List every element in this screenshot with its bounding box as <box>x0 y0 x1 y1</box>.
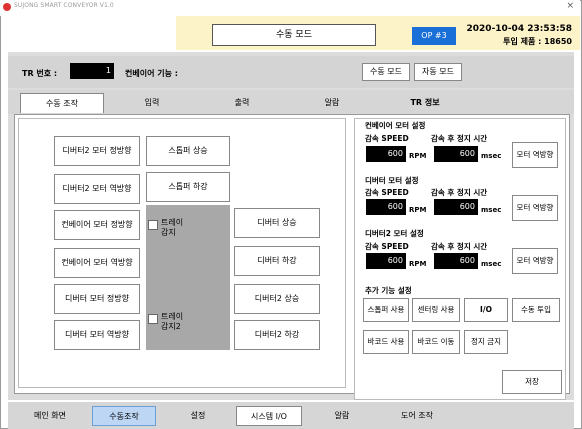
conveyor-stop-value[interactable]: 600 <box>434 146 478 162</box>
tray-sensor-panel <box>146 205 230 350</box>
conveyor-speed-value[interactable]: 600 <box>366 146 406 162</box>
tab-input[interactable]: 입력 <box>110 93 194 113</box>
extra-functions-title: 추가 기능 설정 <box>365 286 412 295</box>
diverter2-motor-reverse-button[interactable]: 디버터2 모터 역방향 <box>54 174 140 204</box>
stopper-use-button[interactable]: 스톱퍼 사용 <box>363 298 409 322</box>
diverter-speed-value[interactable]: 600 <box>366 199 406 215</box>
tab-manual-operation[interactable]: 수동 조작 <box>20 93 104 113</box>
msec-unit: msec <box>481 260 502 268</box>
tray-sensor-checkbox[interactable] <box>148 220 158 230</box>
stopper-up-button[interactable]: 스톱퍼 상승 <box>146 136 230 166</box>
decel-speed-label: 감속 SPEED <box>365 134 409 143</box>
centering-use-button[interactable]: 센터링 사용 <box>412 298 460 322</box>
op-badge: OP #3 <box>412 27 456 45</box>
close-icon[interactable]: × <box>566 1 574 11</box>
conveyor-motor-settings-title: 컨베이어 모터 설정 <box>365 121 426 130</box>
diverter-motor-settings-title: 디버터 모터 설정 <box>365 176 419 185</box>
tr-number-label: TR 번호 : <box>22 69 58 78</box>
tab-tr-info[interactable]: TR 정보 <box>380 93 470 113</box>
tray-sensor2-label: 트레이 감지2 <box>161 312 184 331</box>
tray-sensor-label: 트레이 감지 <box>161 218 184 237</box>
stop-prohibit-button[interactable]: 정지 금지 <box>464 330 508 354</box>
nav-alarm[interactable]: 알람 <box>310 406 374 426</box>
diverter-motor-forward-button[interactable]: 디버터 모터 정방향 <box>54 284 140 314</box>
tab-alarm[interactable]: 알람 <box>290 93 374 113</box>
stop-time-label: 감속 후 정지 시간 <box>431 242 488 251</box>
manual-mode-button[interactable]: 수동 모드 <box>362 63 410 81</box>
msec-unit: msec <box>481 206 502 214</box>
diverter2-speed-value[interactable]: 600 <box>366 253 406 269</box>
datetime-display: 2020-10-04 23:53:58 <box>466 24 572 34</box>
nav-manual-operation[interactable]: 수동조작 <box>92 406 156 426</box>
app-logo-icon <box>3 3 11 11</box>
diverter2-motor-settings-title: 디버터2 모터 설정 <box>365 229 424 238</box>
rpm-unit: RPM <box>409 206 427 214</box>
mode-display: 수동 모드 <box>212 24 376 46</box>
stop-time-label: 감속 후 정지 시간 <box>431 188 488 197</box>
save-button[interactable]: 저장 <box>502 370 562 394</box>
diverter-stop-value[interactable]: 600 <box>434 199 478 215</box>
msec-unit: msec <box>481 152 502 160</box>
conveyor-motor-reverse-toggle[interactable]: 모터 역방향 <box>512 142 558 168</box>
stopper-down-button[interactable]: 스톱퍼 하강 <box>146 172 230 202</box>
tr-number-value: 1 <box>70 63 114 79</box>
tray-sensor2-checkbox[interactable] <box>148 314 158 324</box>
diverter-down-button[interactable]: 디버터 하강 <box>234 246 320 276</box>
diverter2-up-button[interactable]: 디버터2 상승 <box>234 284 320 314</box>
manual-input-button[interactable]: 수동 투입 <box>512 298 560 322</box>
diverter-up-button[interactable]: 디버터 상승 <box>234 208 320 238</box>
stop-time-label: 감속 후 정지 시간 <box>431 134 488 143</box>
window-title: SUJONG SMART CONVEYOR V1.0 <box>14 2 114 9</box>
diverter2-stop-value[interactable]: 600 <box>434 253 478 269</box>
decel-speed-label: 감속 SPEED <box>365 242 409 251</box>
nav-system-io[interactable]: 시스템 I/O <box>236 406 302 426</box>
diverter2-down-button[interactable]: 디버터2 하강 <box>234 320 320 350</box>
nav-main-screen[interactable]: 메인 화면 <box>18 406 82 426</box>
tab-output[interactable]: 출력 <box>200 93 284 113</box>
diverter-motor-reverse-button[interactable]: 디버터 모터 역방향 <box>54 320 140 350</box>
input-quantity: 투입 제품 : 18650 <box>503 37 572 46</box>
diverter2-motor-reverse-toggle[interactable]: 모터 역방향 <box>512 248 558 274</box>
conveyor-motor-reverse-button[interactable]: 컨베이어 모터 역방향 <box>54 248 140 278</box>
nav-settings[interactable]: 설정 <box>166 406 230 426</box>
barcode-move-button[interactable]: 바코드 이동 <box>412 330 460 354</box>
diverter2-motor-forward-button[interactable]: 디버터2 모터 정방향 <box>54 136 140 166</box>
auto-mode-button[interactable]: 자동 모드 <box>414 63 462 81</box>
rpm-unit: RPM <box>409 152 427 160</box>
diverter-motor-reverse-toggle[interactable]: 모터 역방향 <box>512 195 558 221</box>
conveyor-function-label: 컨베이어 기능 : <box>125 69 178 78</box>
io-button[interactable]: I/O <box>464 298 508 322</box>
conveyor-motor-forward-button[interactable]: 컨베이어 모터 정방향 <box>54 210 140 240</box>
nav-door-control[interactable]: 도어 조작 <box>384 406 450 426</box>
barcode-use-button[interactable]: 바코드 사용 <box>363 330 409 354</box>
rpm-unit: RPM <box>409 260 427 268</box>
decel-speed-label: 감속 SPEED <box>365 188 409 197</box>
